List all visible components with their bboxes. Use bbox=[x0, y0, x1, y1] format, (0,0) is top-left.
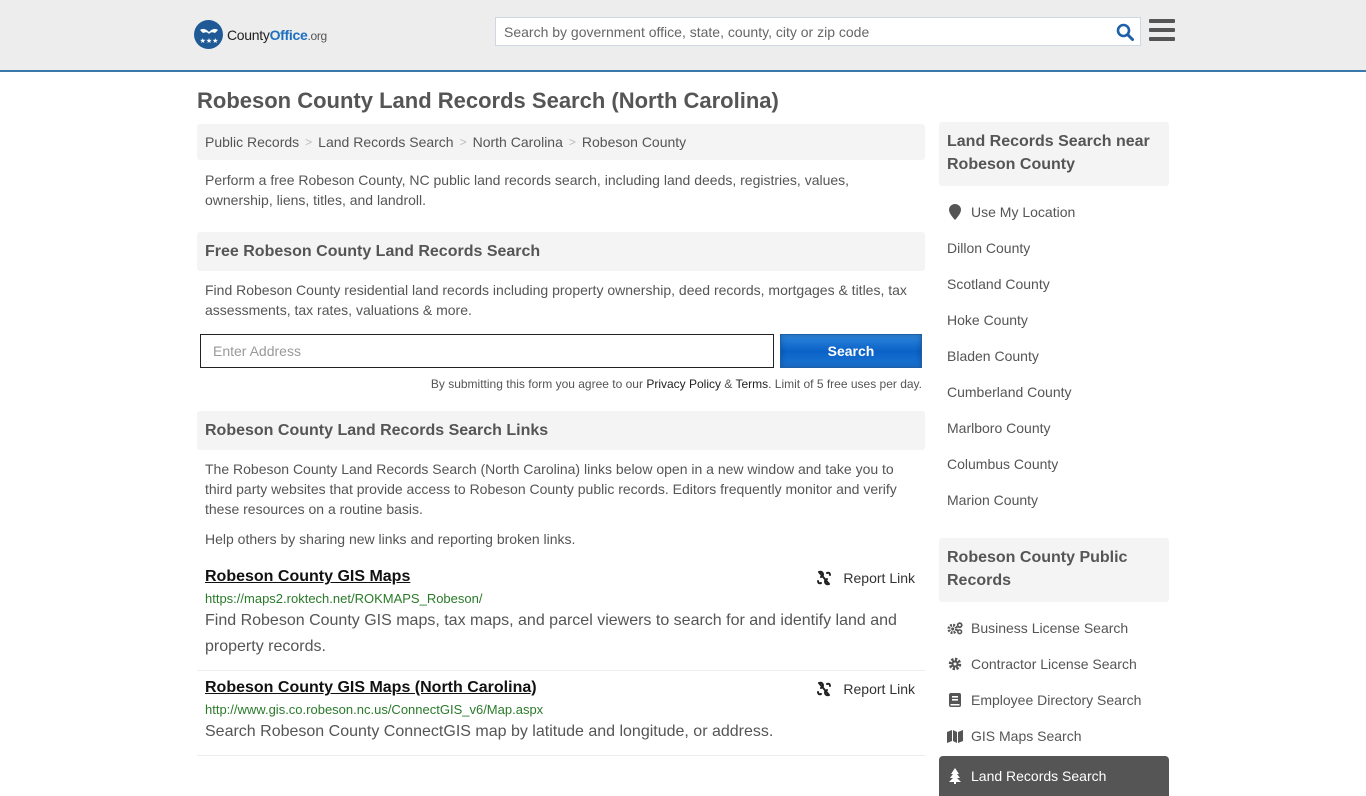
public-records-heading: Robeson County Public Records bbox=[939, 538, 1169, 602]
gears-icon bbox=[947, 621, 963, 635]
map-icon bbox=[947, 729, 963, 743]
book-icon bbox=[947, 693, 963, 707]
nearby-list: Use My Location Dillon County Scotland C… bbox=[939, 194, 1169, 518]
links-section-heading: Robeson County Land Records Search Links bbox=[197, 411, 925, 450]
address-search-form: Search bbox=[197, 334, 925, 368]
privacy-policy-link[interactable]: Privacy Policy bbox=[646, 377, 721, 391]
resource-link-url: http://www.gis.co.robeson.nc.us/ConnectG… bbox=[205, 702, 544, 717]
nearby-county-item: Scotland County bbox=[947, 266, 1161, 302]
public-record-item: GIS Maps Search bbox=[947, 718, 1161, 754]
tree-icon bbox=[947, 768, 963, 784]
address-search-button[interactable]: Search bbox=[780, 334, 922, 368]
free-search-heading: Free Robeson County Land Records Search bbox=[197, 232, 925, 271]
resource-link-url: https://maps2.roktech.net/ROKMAPS_Robeso… bbox=[205, 591, 483, 606]
address-input[interactable] bbox=[200, 334, 774, 368]
nearby-county-item: Marlboro County bbox=[947, 410, 1161, 446]
public-record-link[interactable]: Business License Search bbox=[971, 620, 1128, 636]
resource-link-description: Search Robeson County ConnectGIS map by … bbox=[205, 723, 774, 740]
nearby-county-link[interactable]: Scotland County bbox=[947, 276, 1050, 292]
logo-emblem-icon: ★★★ bbox=[194, 20, 223, 49]
resource-link-item: Robeson County GIS Maps (North Carolina)… bbox=[197, 671, 925, 756]
nearby-county-item: Dillon County bbox=[947, 230, 1161, 266]
public-records-list: Business License Search Contractor Licen… bbox=[939, 610, 1169, 754]
gear-icon bbox=[947, 657, 963, 671]
site-logo[interactable]: ★★★ CountyOffice.org bbox=[194, 20, 327, 49]
nearby-heading: Land Records Search near Robeson County bbox=[939, 122, 1169, 186]
main-content: Public Records > Land Records Search > N… bbox=[197, 124, 925, 756]
public-record-item: Business License Search bbox=[947, 610, 1161, 646]
nearby-county-link[interactable]: Cumberland County bbox=[947, 384, 1072, 400]
use-my-location-item: Use My Location bbox=[947, 194, 1161, 230]
logo-text: CountyOffice.org bbox=[227, 26, 327, 43]
site-search-input[interactable] bbox=[496, 18, 1110, 45]
public-record-link[interactable]: Employee Directory Search bbox=[971, 692, 1141, 708]
help-text: Help others by sharing new links and rep… bbox=[205, 531, 576, 547]
resource-link-description: Find Robeson County GIS maps, tax maps, … bbox=[205, 612, 897, 655]
resource-link-title[interactable]: Robeson County GIS Maps bbox=[205, 568, 410, 585]
terms-link[interactable]: Terms bbox=[735, 377, 768, 391]
public-record-item-active[interactable]: Land Records Search bbox=[939, 756, 1169, 796]
new-links-link[interactable]: new links bbox=[349, 531, 407, 547]
map-pin-icon bbox=[947, 204, 963, 220]
top-header: ★★★ CountyOffice.org bbox=[0, 0, 1366, 72]
report-link-button[interactable]: Report Link bbox=[816, 570, 915, 586]
breadcrumb: Public Records > Land Records Search > N… bbox=[197, 124, 925, 160]
nearby-county-item: Hoke County bbox=[947, 302, 1161, 338]
breadcrumb-north-carolina[interactable]: North Carolina bbox=[473, 134, 563, 150]
nearby-county-item: Marion County bbox=[947, 482, 1161, 518]
svg-text:★★★: ★★★ bbox=[199, 37, 218, 45]
nearby-county-link[interactable]: Marion County bbox=[947, 492, 1038, 508]
public-record-item: Contractor License Search bbox=[947, 646, 1161, 682]
nearby-county-item: Cumberland County bbox=[947, 374, 1161, 410]
nearby-county-link[interactable]: Bladen County bbox=[947, 348, 1039, 364]
resource-link-item: Robeson County GIS Maps https://maps2.ro… bbox=[197, 560, 925, 671]
breadcrumb-land-records-search[interactable]: Land Records Search bbox=[318, 134, 453, 150]
broken-link-icon bbox=[817, 570, 832, 586]
form-disclaimer: By submitting this form you agree to our… bbox=[430, 377, 922, 391]
search-icon[interactable] bbox=[1110, 18, 1140, 45]
public-record-link[interactable]: Contractor License Search bbox=[971, 656, 1137, 672]
breadcrumb-robeson-county[interactable]: Robeson County bbox=[582, 134, 686, 150]
nearby-county-link[interactable]: Hoke County bbox=[947, 312, 1028, 328]
report-link-button[interactable]: Report Link bbox=[816, 681, 915, 697]
breadcrumb-separator: > bbox=[305, 135, 313, 149]
hamburger-menu-icon[interactable] bbox=[1149, 19, 1175, 43]
breadcrumb-public-records[interactable]: Public Records bbox=[205, 134, 299, 150]
breadcrumb-separator: > bbox=[568, 135, 576, 149]
resource-link-title[interactable]: Robeson County GIS Maps (North Carolina) bbox=[205, 679, 537, 696]
intro-text: Perform a free Robeson County, NC public… bbox=[205, 172, 850, 208]
use-my-location-link[interactable]: Use My Location bbox=[971, 204, 1075, 220]
nearby-county-link[interactable]: Columbus County bbox=[947, 456, 1058, 472]
nearby-county-link[interactable]: Marlboro County bbox=[947, 420, 1051, 436]
public-record-link[interactable]: GIS Maps Search bbox=[971, 728, 1082, 744]
page-title: Robeson County Land Records Search (Nort… bbox=[197, 88, 779, 113]
public-record-item: Employee Directory Search bbox=[947, 682, 1161, 718]
nearby-county-item: Columbus County bbox=[947, 446, 1161, 482]
nearby-county-link[interactable]: Dillon County bbox=[947, 240, 1030, 256]
broken-link-icon bbox=[817, 681, 832, 697]
breadcrumb-separator: > bbox=[459, 135, 467, 149]
links-section-description: The Robeson County Land Records Search (… bbox=[205, 461, 897, 517]
nearby-county-item: Bladen County bbox=[947, 338, 1161, 374]
free-search-description: Find Robeson County residential land rec… bbox=[205, 282, 907, 318]
sidebar: Land Records Search near Robeson County … bbox=[939, 122, 1169, 796]
site-search bbox=[495, 17, 1141, 46]
public-record-active-label: Land Records Search bbox=[971, 768, 1107, 784]
